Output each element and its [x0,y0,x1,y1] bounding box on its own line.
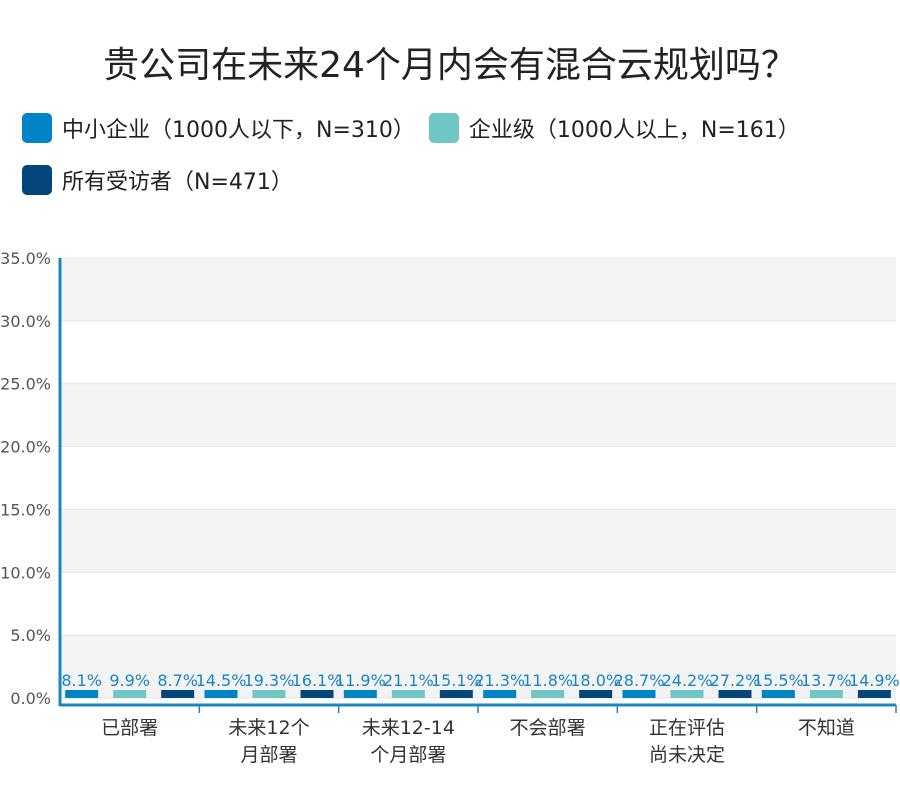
x-tick-label: 未来12个 [228,717,309,739]
bar[interactable] [531,690,565,698]
bar[interactable] [343,690,377,698]
bar[interactable] [113,690,147,698]
bar[interactable] [857,690,891,698]
data-label: 14.5% [196,671,247,690]
y-tick-label: 5.0% [10,626,51,645]
bar[interactable] [391,690,425,698]
x-tick-label: 个月部署 [370,744,446,766]
bar[interactable] [161,690,195,698]
y-tick-label: 20.0% [0,438,51,457]
x-tick-label: 不知道 [798,717,855,739]
grid-band [60,320,896,384]
bar[interactable] [252,690,286,698]
data-label: 21.3% [474,671,525,690]
data-label: 14.9% [849,671,900,690]
data-label: 24.2% [662,671,713,690]
bar[interactable] [300,690,334,698]
bar[interactable] [761,690,795,698]
x-tick-label: 月部署 [240,744,297,766]
grid-band [60,383,896,447]
y-tick-label: 30.0% [0,312,51,331]
data-label: 11.8% [522,671,573,690]
data-label: 15.5% [753,671,804,690]
bar[interactable] [483,690,517,698]
data-label: 9.9% [109,671,150,690]
y-tick-label: 15.0% [0,500,51,519]
x-tick-label: 不会部署 [510,717,586,739]
data-label: 28.7% [614,671,665,690]
x-tick-label: 已部署 [101,717,158,739]
y-tick-label: 0.0% [10,689,51,708]
x-tick-label: 尚未决定 [649,744,725,766]
data-label: 21.1% [383,671,434,690]
y-tick-label: 25.0% [0,375,51,394]
y-tick-label: 35.0% [0,249,51,268]
bar[interactable] [204,690,238,698]
bar[interactable] [809,690,843,698]
grid-band [60,258,896,321]
bar[interactable] [579,690,613,698]
bar[interactable] [718,690,752,698]
data-label: 13.7% [801,671,852,690]
data-label: 11.9% [335,671,386,690]
data-label: 8.1% [61,671,102,690]
data-label: 8.7% [157,671,198,690]
data-label: 19.3% [244,671,295,690]
grid-band [60,509,896,573]
y-tick-label: 10.0% [0,563,51,582]
grid-band [60,446,896,510]
x-tick-label: 未来12-14 [362,717,455,739]
plot-area: 0.0% 5.0% 10.0% 15.0% 20.0% 25.0% 30.0% 35.0% 8.… [0,249,900,766]
x-tick-label: 正在评估 [649,717,725,739]
bar[interactable] [65,690,99,698]
bar[interactable] [439,690,473,698]
bar[interactable] [670,690,704,698]
grid-band [60,572,896,636]
bar[interactable] [622,690,656,698]
